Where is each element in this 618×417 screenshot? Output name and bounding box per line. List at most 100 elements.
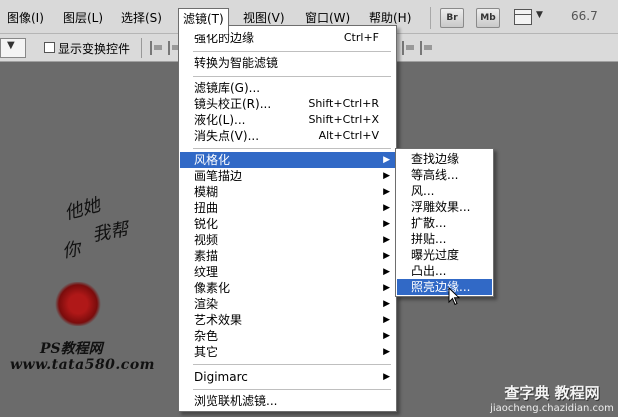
submenu-arrow-icon: ▶	[383, 219, 390, 229]
menu-item-label: 模糊	[194, 185, 219, 199]
menu-item-label: 素描	[194, 249, 219, 263]
menu-item-label: 风格化	[194, 153, 231, 167]
submenu-item-glowing-edges[interactable]: 照亮边缘...	[397, 279, 492, 295]
site-name-watermark: PS教程网	[40, 341, 103, 357]
submenu-arrow-icon: ▶	[383, 267, 390, 277]
align-left-icon[interactable]	[150, 41, 164, 55]
submenu-item-tiles[interactable]: 拼贴...	[397, 231, 492, 247]
shortcut-label: Ctrl+F	[343, 31, 379, 44]
menu-item-artistic[interactable]: 艺术效果 ▶	[180, 312, 395, 328]
menu-divider	[193, 148, 391, 149]
menu-item-vanishing-point[interactable]: 消失点(V)... Alt+Ctrl+V	[180, 128, 395, 144]
corner-watermark: 查字典 教程网 jiaocheng.chazidian.com	[486, 382, 618, 417]
bridge-button[interactable]: Br	[440, 8, 464, 28]
filter-menu: 强化的边缘 Ctrl+F 转换为智能滤镜 滤镜库(G)... 镜头校正(R)...…	[178, 25, 397, 412]
submenu-item-extrude[interactable]: 凸出...	[397, 263, 492, 279]
menu-divider	[193, 51, 391, 52]
corner-url: jiaocheng.chazidian.com	[490, 403, 614, 414]
menu-item-label: 艺术效果	[194, 313, 243, 327]
submenu-arrow-icon: ▶	[383, 331, 390, 341]
menu-item-label: 其它	[194, 345, 219, 359]
menu-item-label: 像素化	[194, 281, 231, 295]
screen-layout-icon[interactable]	[514, 9, 532, 25]
menu-layer[interactable]: 图层(L)	[59, 9, 107, 27]
menu-select[interactable]: 选择(S)	[117, 9, 166, 27]
menu-item-label: Digimarc	[194, 370, 248, 384]
submenu-item-trace-contour[interactable]: 等高线...	[397, 167, 492, 183]
zoom-level[interactable]: 66.7	[571, 9, 598, 23]
submenu-arrow-icon: ▶	[383, 251, 390, 261]
menu-item-browse-filters-online[interactable]: 浏览联机滤镜...	[180, 393, 395, 409]
menu-item-distort[interactable]: 扭曲 ▶	[180, 200, 395, 216]
menu-item-label: 杂色	[194, 329, 219, 343]
menu-item-label: 镜头校正(R)...	[194, 97, 272, 111]
menu-item-texture[interactable]: 纹理 ▶	[180, 264, 395, 280]
menu-item-label: 扭曲	[194, 201, 219, 215]
submenu-item-diffuse[interactable]: 扩散...	[397, 215, 492, 231]
submenu-arrow-icon: ▶	[383, 235, 390, 245]
cursor-icon	[448, 287, 460, 306]
menu-item-convert-smart-filters[interactable]: 转换为智能滤镜	[180, 55, 395, 71]
shortcut-label: Shift+Ctrl+X	[308, 113, 379, 126]
menu-item-brush-strokes[interactable]: 画笔描边 ▶	[180, 168, 395, 184]
red-seal-logo	[55, 282, 101, 326]
shortcut-label: Shift+Ctrl+R	[308, 97, 379, 110]
menu-item-label: 渲染	[194, 297, 219, 311]
chevron-down-icon: ▼	[7, 40, 15, 51]
menu-item-pixelate[interactable]: 像素化 ▶	[180, 280, 395, 296]
menu-item-label: 画笔描边	[194, 169, 243, 183]
submenu-item-find-edges[interactable]: 查找边缘	[397, 151, 492, 167]
stylize-submenu: 查找边缘 等高线... 风... 浮雕效果... 扩散... 拼贴... 曝光过…	[395, 148, 494, 297]
menu-item-filter-gallery[interactable]: 滤镜库(G)...	[180, 80, 395, 96]
menu-item-label: 液化(L)...	[194, 113, 246, 127]
submenu-item-solarize[interactable]: 曝光过度	[397, 247, 492, 263]
submenu-arrow-icon: ▶	[383, 372, 390, 382]
submenu-item-emboss[interactable]: 浮雕效果...	[397, 199, 492, 215]
submenu-arrow-icon: ▶	[383, 187, 390, 197]
menu-item-other[interactable]: 其它 ▶	[180, 344, 395, 360]
menubar-divider	[430, 7, 431, 29]
menu-item-sketch[interactable]: 素描 ▶	[180, 248, 395, 264]
menu-item-label: 浏览联机滤镜...	[194, 394, 278, 408]
submenu-item-wind[interactable]: 风...	[397, 183, 492, 199]
menu-item-label: 滤镜库(G)...	[194, 81, 261, 95]
submenu-arrow-icon: ▶	[383, 203, 390, 213]
submenu-arrow-icon: ▶	[383, 171, 390, 181]
submenu-arrow-icon: ▶	[383, 155, 390, 165]
show-transform-checkbox[interactable]	[44, 42, 55, 53]
menu-item-sharpen[interactable]: 锐化 ▶	[180, 216, 395, 232]
menu-divider	[193, 364, 391, 365]
menu-item-label: 视频	[194, 233, 219, 247]
menu-item-lens-correction[interactable]: 镜头校正(R)... Shift+Ctrl+R	[180, 96, 395, 112]
shortcut-label: Alt+Ctrl+V	[318, 129, 379, 142]
menu-item-noise[interactable]: 杂色 ▶	[180, 328, 395, 344]
menu-item-stylize[interactable]: 风格化 ▶	[180, 152, 395, 168]
options-divider	[141, 38, 142, 58]
site-url-watermark: www.tata580.com	[10, 357, 155, 373]
menu-item-label: 纹理	[194, 265, 219, 279]
submenu-arrow-icon: ▶	[383, 347, 390, 357]
mini-bridge-button[interactable]: Mb	[476, 8, 500, 28]
menu-item-label: 消失点(V)...	[194, 129, 260, 143]
submenu-arrow-icon: ▶	[383, 299, 390, 309]
menu-item-liquify[interactable]: 液化(L)... Shift+Ctrl+X	[180, 112, 395, 128]
menu-item-label: 转换为智能滤镜	[194, 56, 279, 70]
menu-divider	[193, 389, 391, 390]
menu-item-video[interactable]: 视频 ▶	[180, 232, 395, 248]
show-transform-label: 显示变换控件	[58, 42, 131, 56]
menu-divider	[193, 76, 391, 77]
chevron-down-icon[interactable]: ▼	[536, 10, 543, 20]
menu-filter[interactable]: 滤镜(T)	[178, 8, 229, 34]
menu-item-blur[interactable]: 模糊 ▶	[180, 184, 395, 200]
menu-item-render[interactable]: 渲染 ▶	[180, 296, 395, 312]
calligraphy-text: 你	[60, 238, 82, 263]
distribute-icon[interactable]	[402, 41, 416, 55]
menu-image[interactable]: 图像(I)	[3, 9, 48, 27]
menu-item-label: 锐化	[194, 217, 219, 231]
distribute-icon[interactable]	[420, 41, 434, 55]
calligraphy-text: 我帮	[90, 219, 130, 246]
menu-item-digimarc[interactable]: Digimarc ▶	[180, 369, 395, 385]
corner-brand: 查字典 教程网	[504, 384, 600, 402]
submenu-arrow-icon: ▶	[383, 283, 390, 293]
auto-select-dropdown[interactable]: ▼	[0, 38, 26, 58]
